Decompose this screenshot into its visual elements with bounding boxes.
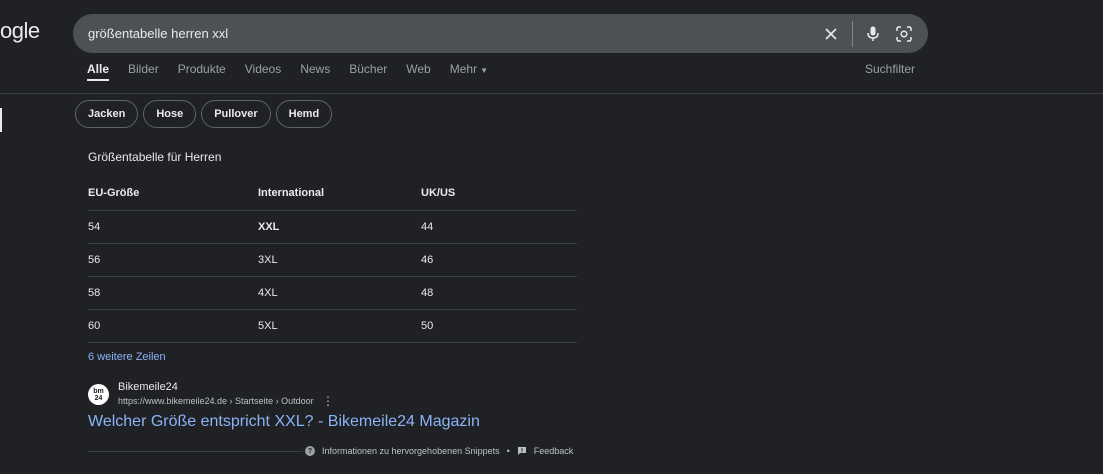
- left-edge-bar: [0, 108, 2, 132]
- search-box: [73, 14, 928, 53]
- feedback-button[interactable]: Feedback: [517, 446, 574, 456]
- chip-hemd[interactable]: Hemd: [275, 100, 333, 128]
- suchfilter-button[interactable]: Suchfilter: [865, 62, 915, 76]
- favicon-text-bottom: 24: [94, 394, 103, 402]
- search-tabs: Alle Bilder Produkte Videos News Bücher …: [87, 62, 507, 81]
- size-table: EU-Größe International UK/US 54 XXL 44 5…: [88, 175, 577, 343]
- table-cell: 3XL: [258, 243, 421, 277]
- table-row: 58 4XL 48: [88, 276, 577, 310]
- tab-mehr-label: Mehr: [449, 62, 478, 76]
- search-input[interactable]: [88, 14, 788, 53]
- table-cell: 60: [88, 309, 258, 343]
- refinement-chips: Jacken Hose Pullover Hemd: [75, 100, 333, 128]
- table-cell: 46: [421, 243, 577, 277]
- tab-produkte[interactable]: Produkte: [178, 62, 226, 76]
- table-cell: 50: [421, 309, 577, 343]
- footer-divider: [88, 451, 303, 452]
- tab-videos[interactable]: Videos: [245, 62, 281, 76]
- table-cell: 4XL: [258, 276, 421, 310]
- table-header: International: [258, 175, 421, 211]
- microphone-icon[interactable]: [863, 24, 882, 43]
- chip-jacken[interactable]: Jacken: [75, 100, 139, 128]
- caret-down-icon: ▼: [480, 66, 488, 75]
- result-site-name[interactable]: Bikemeile24: [118, 381, 178, 393]
- table-header-row: EU-Größe International UK/US: [88, 175, 577, 211]
- table-cell: 48: [421, 276, 577, 310]
- tab-buecher[interactable]: Bücher: [349, 62, 387, 76]
- tab-news[interactable]: News: [300, 62, 330, 76]
- dot-separator: •: [506, 446, 510, 456]
- favicon-text-top: bm: [93, 387, 104, 395]
- table-row: 56 3XL 46: [88, 243, 577, 277]
- help-icon[interactable]: ?: [305, 446, 315, 456]
- table-cell: 54: [88, 210, 258, 244]
- lens-icon[interactable]: [894, 24, 913, 43]
- feedback-icon: [517, 446, 527, 456]
- more-options-icon[interactable]: ⋮: [322, 394, 334, 408]
- table-header: EU-Größe: [88, 175, 258, 211]
- snippet-footer: ? Informationen zu hervorgehobenen Snipp…: [305, 446, 573, 456]
- table-cell: 58: [88, 276, 258, 310]
- snippet-info-link[interactable]: Informationen zu hervorgehobenen Snippet…: [322, 446, 500, 456]
- table-cell: 5XL: [258, 309, 421, 343]
- more-rows-link[interactable]: 6 weitere Zeilen: [88, 351, 166, 363]
- tab-mehr[interactable]: Mehr ▼: [450, 62, 488, 76]
- result-title-link[interactable]: Welcher Größe entspricht XXL? - Bikemeil…: [88, 413, 480, 431]
- tab-web[interactable]: Web: [406, 62, 430, 76]
- table-header: UK/US: [421, 175, 577, 211]
- table-cell: 56: [88, 243, 258, 277]
- site-favicon[interactable]: bm 24: [88, 384, 109, 405]
- result-url[interactable]: https://www.bikemeile24.de › Startseite …: [118, 396, 314, 406]
- snippet-table-title: Größentabelle für Herren: [88, 150, 222, 164]
- table-cell: 44: [421, 210, 577, 244]
- table-row: 60 5XL 50: [88, 309, 577, 343]
- table-row: 54 XXL 44: [88, 210, 577, 244]
- table-cell: XXL: [258, 210, 421, 244]
- tab-alle[interactable]: Alle: [87, 62, 110, 81]
- feedback-label: Feedback: [533, 446, 574, 456]
- google-logo[interactable]: ogle: [0, 18, 40, 44]
- clear-icon[interactable]: [821, 24, 840, 43]
- tab-bilder[interactable]: Bilder: [128, 62, 159, 76]
- chip-hose[interactable]: Hose: [143, 100, 197, 128]
- chip-pullover[interactable]: Pullover: [201, 100, 271, 128]
- header-divider: [0, 93, 1103, 94]
- search-divider: [852, 21, 853, 47]
